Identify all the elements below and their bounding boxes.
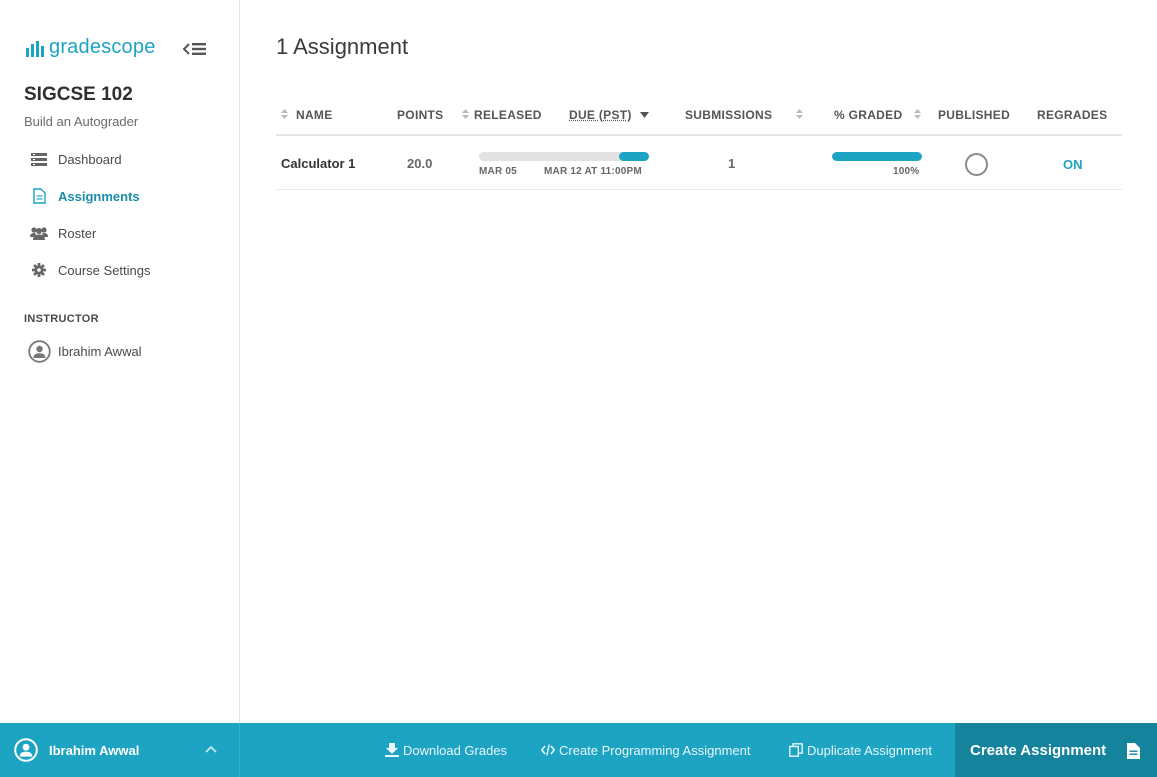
submission-count[interactable]: 1 — [728, 156, 735, 171]
duplicate-assignment-label: Duplicate Assignment — [807, 742, 933, 758]
instructor-name: Ibrahim Awwal — [58, 344, 142, 359]
instructor-section-label: INSTRUCTOR — [24, 313, 99, 325]
publish-toggle[interactable] — [965, 153, 988, 176]
sort-descending-icon[interactable] — [640, 112, 649, 118]
sort-icon[interactable] — [796, 109, 803, 119]
sidebar-item-dashboard[interactable]: Dashboard — [30, 151, 122, 167]
sidebar-item-roster[interactable]: Roster — [30, 225, 96, 241]
download-grades-button[interactable]: Download Grades — [385, 723, 507, 777]
sort-icon[interactable] — [462, 109, 469, 119]
table-header: NAME POINTS RELEASED DUE (PST) SUBMISSIO… — [276, 96, 1122, 136]
user-avatar-icon — [28, 340, 51, 363]
document-icon — [1127, 743, 1140, 759]
assignment-points: 20.0 — [407, 156, 433, 171]
footer-user-name: Ibrahim Awwal — [49, 742, 140, 758]
column-header-submissions[interactable]: SUBMISSIONS — [685, 108, 772, 122]
course-subtitle: Build an Autograder — [24, 114, 139, 129]
users-icon — [30, 225, 48, 241]
table-row[interactable]: Calculator 1 20.0 MAR 05 MAR 12 AT 11:00… — [276, 136, 1122, 190]
page-title: 1 Assignment — [276, 34, 409, 59]
sidebar-item-label: Roster — [58, 225, 97, 241]
dashboard-icon — [30, 151, 48, 167]
column-header-released[interactable]: RELEASED — [474, 108, 542, 122]
due-date: MAR 12 AT 11:00PM — [544, 166, 642, 177]
sidebar: gradescope SIGCSE 102 Build an Autograde… — [0, 0, 240, 723]
account-menu-button[interactable]: Ibrahim Awwal — [0, 723, 240, 777]
sidebar-item-course-settings[interactable]: Course Settings — [30, 262, 151, 278]
graded-progress-bar — [832, 152, 922, 161]
sidebar-item-label: Course Settings — [58, 262, 151, 278]
sidebar-item-label: Assignments — [58, 188, 140, 204]
sort-icon[interactable] — [914, 109, 921, 119]
main-content: 1 Assignment NAME POINTS RELEASED DUE (P… — [241, 0, 1157, 723]
column-header-points[interactable]: POINTS — [397, 108, 443, 122]
sort-icon[interactable] — [281, 109, 288, 119]
bar-chart-logo-icon — [26, 40, 44, 57]
create-assignment-label: Create Assignment — [970, 741, 1107, 759]
release-timeline-bar — [479, 152, 649, 161]
column-header-due[interactable]: DUE (PST) — [569, 108, 632, 122]
duplicate-icon — [789, 743, 803, 757]
course-title: SIGCSE 102 — [24, 84, 133, 105]
gradescope-logo[interactable]: gradescope — [26, 36, 156, 59]
gear-icon — [30, 262, 48, 278]
column-header-regrades[interactable]: REGRADES — [1037, 108, 1107, 122]
assignments-table: NAME POINTS RELEASED DUE (PST) SUBMISSIO… — [276, 96, 1122, 190]
graded-progress-fill — [832, 152, 922, 161]
logo-text: gradescope — [49, 36, 156, 58]
sidebar-item-label: Dashboard — [58, 151, 122, 167]
create-programming-assignment-button[interactable]: Create Programming Assignment — [541, 723, 750, 777]
column-header-graded[interactable]: % GRADED — [834, 108, 902, 122]
collapse-sidebar-icon[interactable] — [183, 40, 207, 58]
duplicate-assignment-button[interactable]: Duplicate Assignment — [789, 723, 932, 777]
create-programming-assignment-label: Create Programming Assignment — [559, 742, 751, 758]
chevron-up-icon — [205, 745, 217, 753]
timeline-progress-fill — [619, 152, 649, 161]
column-header-published[interactable]: PUBLISHED — [938, 108, 1010, 122]
assignment-name-link[interactable]: Calculator 1 — [281, 156, 355, 171]
footer-actions-bar: Ibrahim Awwal Download Grades Create Pro… — [0, 723, 1157, 777]
sidebar-item-assignments[interactable]: Assignments — [30, 188, 140, 204]
user-avatar-icon — [14, 738, 38, 762]
released-date: MAR 05 — [479, 166, 517, 177]
graded-percent: 100% — [893, 166, 920, 177]
instructor-user[interactable]: Ibrahim Awwal — [28, 340, 142, 363]
column-header-name[interactable]: NAME — [296, 108, 333, 122]
document-icon — [30, 188, 48, 204]
code-icon — [541, 744, 555, 756]
create-assignment-button[interactable]: Create Assignment — [955, 723, 1157, 777]
regrades-toggle[interactable]: ON — [1063, 157, 1083, 172]
download-icon — [385, 743, 399, 757]
download-grades-label: Download Grades — [403, 742, 508, 758]
